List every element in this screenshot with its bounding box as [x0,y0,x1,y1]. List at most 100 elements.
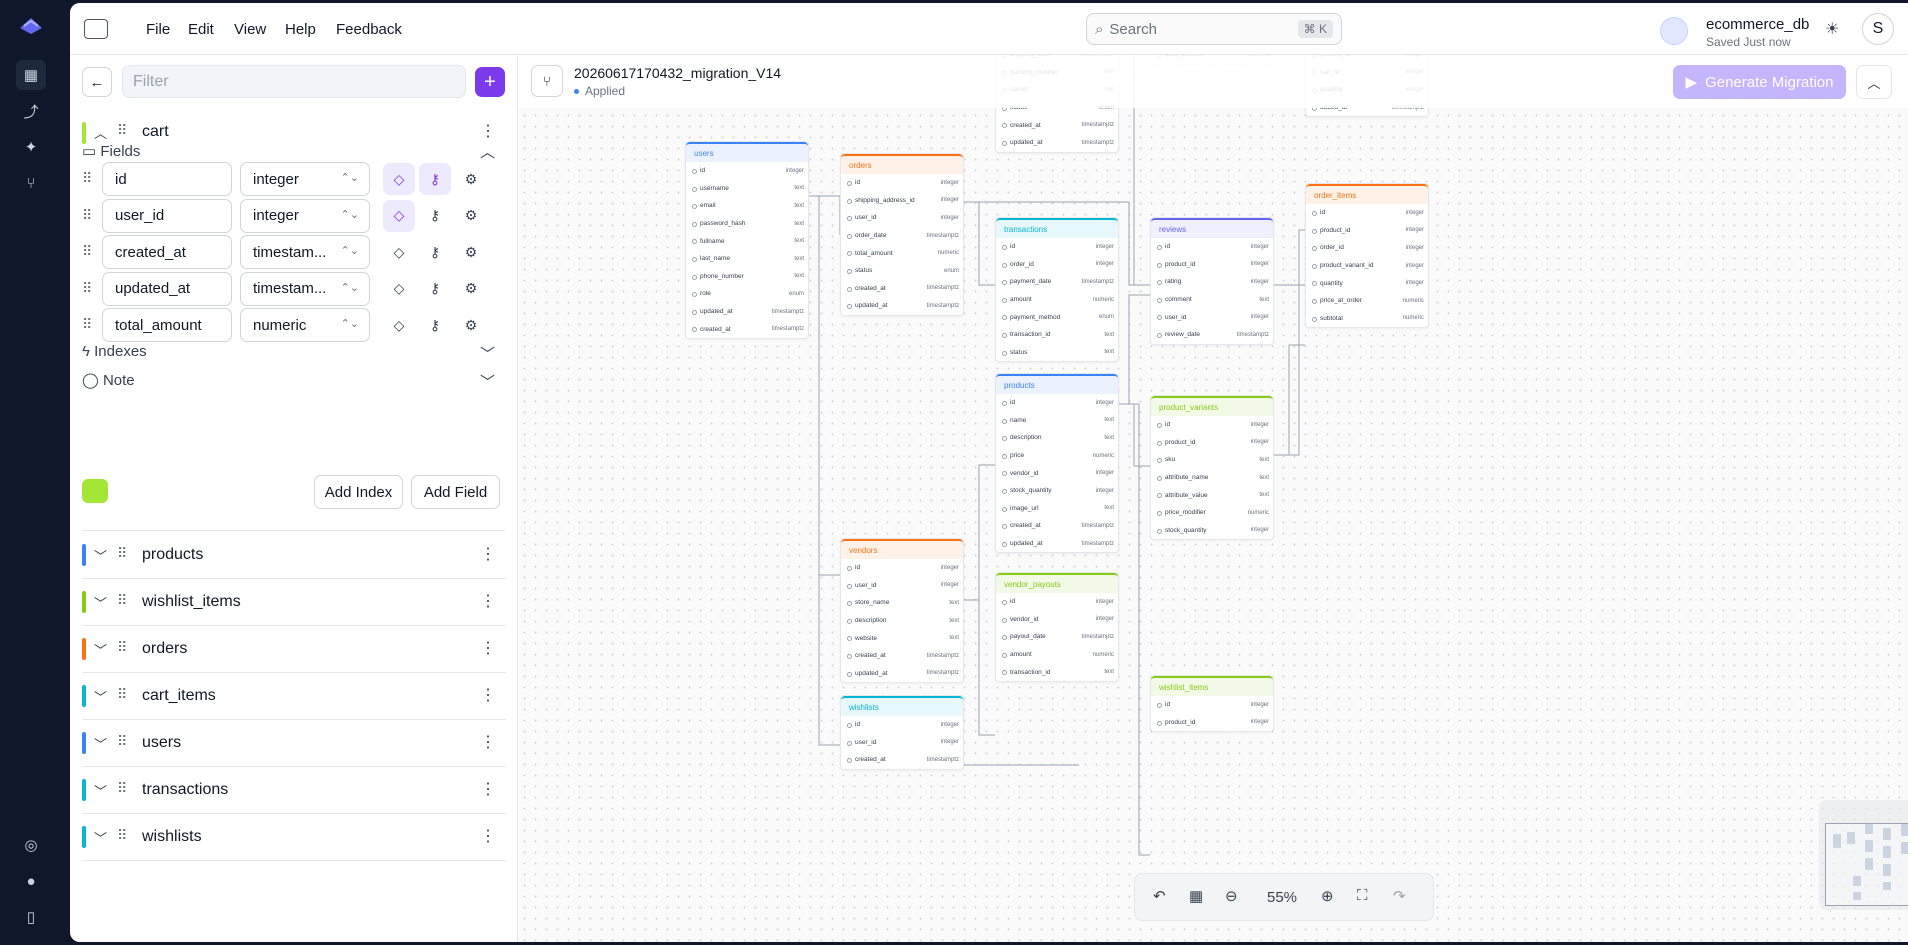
node-column[interactable]: id integer [841,559,963,577]
diagram-table-node[interactable]: orders id integer shipping_address_id intege… [840,153,964,316]
primary-key-icon[interactable]: ⚷ [419,273,451,305]
node-column[interactable]: created_at timestamptz [841,751,963,769]
node-column[interactable]: quantity integer [1306,274,1428,292]
node-column[interactable]: created_at timestamptz [996,116,1118,134]
app-logo[interactable] [18,14,44,36]
drag-handle-icon[interactable]: ⠿ [82,207,92,224]
node-column[interactable]: description text [996,429,1118,447]
zoom-out-icon[interactable]: ⊖ [1225,887,1238,905]
node-column[interactable]: payment_method enum [996,308,1118,326]
indexes-section-header[interactable]: ϟ Indexes [82,343,147,360]
node-column[interactable]: id integer [1151,696,1273,714]
field-settings-icon[interactable]: ⚙ [455,163,487,195]
chevron-up-icon[interactable]: ︿ [480,141,495,162]
primary-key-icon[interactable]: ⚷ [419,200,451,232]
add-table-button[interactable]: + [475,67,505,97]
node-column[interactable]: id integer [996,394,1118,412]
node-column[interactable]: price numeric [996,447,1118,465]
node-column[interactable]: password_hash text [686,215,808,233]
fit-view-icon[interactable]: ⛶ [1357,887,1368,904]
drag-handle-icon[interactable]: ⠿ [117,686,127,703]
node-column[interactable]: payment_date timestamptz [996,273,1118,291]
chevron-down-icon[interactable]: ﹀ [94,640,107,659]
undo-icon[interactable]: ↶ [1153,887,1166,905]
primary-key-icon[interactable]: ⚷ [419,163,451,195]
node-column[interactable]: username text [686,180,808,198]
node-column[interactable]: product_id integer [1151,434,1273,452]
node-header[interactable]: product_variants [1151,396,1273,416]
node-column[interactable]: amount numeric [996,646,1118,664]
node-header[interactable]: transactions [996,218,1118,238]
drag-handle-icon[interactable]: ⠿ [117,545,127,562]
zoom-in-icon[interactable]: ⊕ [1321,887,1334,905]
node-column[interactable]: product_id integer [1306,222,1428,240]
diagram-table-node[interactable]: product_variants id integer product_id integ… [1150,395,1274,541]
node-column[interactable]: order_id integer [996,256,1118,274]
drag-handle-icon[interactable]: ⠿ [82,316,92,333]
primary-key-icon[interactable]: ⚷ [419,236,451,268]
node-column[interactable]: review_date timestamptz [1151,326,1273,344]
discord-icon[interactable]: ◎ [20,834,42,856]
node-column[interactable]: product_id integer [1151,256,1273,274]
node-column[interactable]: role enum [686,285,808,303]
nullable-toggle-icon[interactable]: ◇ [383,199,415,232]
more-icon[interactable]: ⋮ [480,732,496,752]
node-column[interactable]: email text [686,197,808,215]
generate-migration-button[interactable]: ▶ Generate Migration [1673,65,1846,99]
node-column[interactable]: shipping_address_id integer [841,192,963,210]
field-settings-icon[interactable]: ⚙ [455,273,487,305]
field-type-select[interactable]: integer ⌃⌄ [240,162,370,196]
chevron-down-icon[interactable]: ﹀ [94,781,107,800]
field-type-select[interactable]: timestam... ⌃⌄ [240,271,370,306]
redo-icon[interactable]: ↷ [1393,887,1406,905]
node-column[interactable]: fullname text [686,232,808,250]
node-column[interactable]: order_date timestamptz [841,227,963,245]
node-column[interactable]: created_at timestamptz [841,647,963,665]
nullable-toggle-icon[interactable]: ◇ [383,163,415,195]
diagram-table-node[interactable]: users id integer username text email text passw… [685,141,809,339]
node-column[interactable]: created_at timestamptz [996,517,1118,535]
menu-file[interactable]: File [146,17,170,41]
chevron-down-icon[interactable]: ﹀ [94,828,107,847]
node-header[interactable]: order_items [1306,184,1428,204]
diagram-table-node[interactable]: reviews id integer product_id integer rating i… [1150,217,1274,345]
node-header[interactable]: vendor_payouts [996,573,1118,593]
sidebar-toggle-icon[interactable] [84,19,108,39]
drag-handle-icon[interactable]: ⠿ [117,639,127,656]
field-settings-icon[interactable]: ⚙ [455,309,487,341]
node-column[interactable]: stock_quantity integer [996,482,1118,500]
avatar[interactable]: S [1862,13,1894,45]
search-input[interactable]: ⌕ Search ⌘ K [1086,13,1342,45]
node-column[interactable]: updated_at timestamptz [996,134,1118,152]
diagram-table-node[interactable]: transactions id integer order_id integer paym… [995,217,1119,363]
diagram-table-node[interactable]: wishlists id integer user_id integer created_… [840,695,964,770]
node-column[interactable]: rating integer [1151,273,1273,291]
node-column[interactable]: total_amount numeric [841,244,963,262]
diagram-table-node[interactable]: vendors id integer user_id integer store_name… [840,538,964,684]
drag-handle-icon[interactable]: ⠿ [82,170,92,187]
chevron-down-icon[interactable]: ﹀ [480,371,495,392]
node-column[interactable]: vendor_id integer [996,464,1118,482]
filter-input[interactable]: Filter [122,65,466,98]
node-column[interactable]: id integer [841,716,963,734]
add-index-button[interactable]: Add Index [314,475,403,509]
diagram-canvas[interactable]: users id integer username text email text passw… [519,55,1908,942]
back-button[interactable]: ← [82,67,112,97]
database-selector[interactable]: ecommerce_db Saved Just now [1660,11,1810,49]
node-column[interactable]: amount numeric [996,291,1118,309]
field-name-input[interactable]: created_at [102,235,232,269]
node-column[interactable]: user_id integer [841,577,963,595]
more-icon[interactable]: ⋮ [480,826,496,846]
node-column[interactable]: id integer [996,238,1118,256]
drag-handle-icon[interactable]: ⠿ [117,592,127,609]
node-column[interactable]: comment text [1151,291,1273,309]
node-header[interactable]: vendors [841,539,963,559]
drag-handle-icon[interactable]: ⠿ [117,122,127,139]
node-column[interactable]: id integer [686,162,808,180]
add-field-button[interactable]: Add Field [411,475,500,509]
node-column[interactable]: user_id integer [841,734,963,752]
node-column[interactable]: updated_at timestamptz [841,665,963,683]
more-icon[interactable]: ⋮ [480,121,496,141]
table-item-cart_items[interactable]: ﹀ ⠿ cart_items ⋮ [70,673,517,720]
field-type-select[interactable]: numeric ⌃⌄ [240,308,370,342]
